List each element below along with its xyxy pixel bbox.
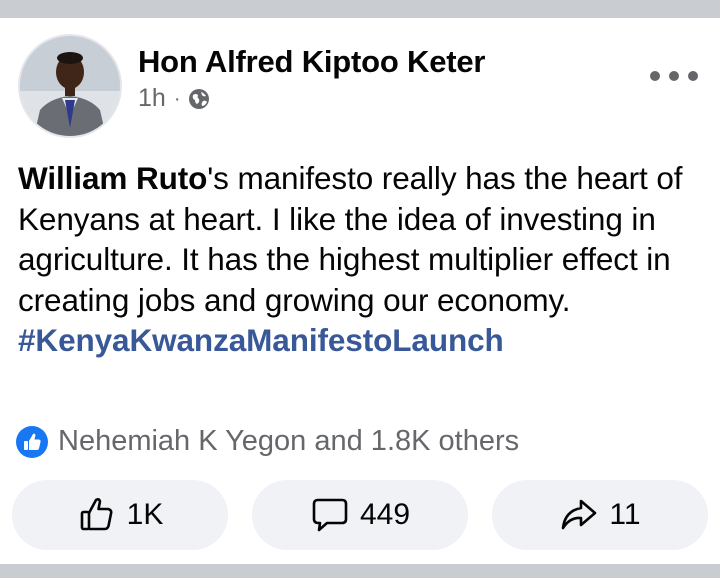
hashtag-link[interactable]: #KenyaKwanzaManifestoLaunch bbox=[18, 320, 708, 361]
like-count: 1K bbox=[126, 498, 164, 531]
reaction-summary-text: Nehemiah K Yegon and 1.8K others bbox=[58, 425, 520, 457]
thumbs-up-icon bbox=[77, 495, 117, 535]
like-badge-icon bbox=[16, 425, 48, 458]
share-icon bbox=[559, 495, 599, 535]
more-dot-icon bbox=[688, 71, 698, 81]
avatar-photo bbox=[20, 36, 120, 136]
more-dot-icon bbox=[650, 71, 660, 81]
meta-separator: · bbox=[173, 87, 181, 110]
action-bar: 1K 449 11 bbox=[12, 480, 708, 550]
more-dot-icon bbox=[669, 71, 679, 81]
feed-divider-bottom bbox=[0, 564, 720, 578]
author-name[interactable]: Hon Alfred Kiptoo Keter bbox=[138, 44, 486, 80]
share-count: 11 bbox=[609, 498, 641, 531]
more-options-button[interactable] bbox=[650, 64, 698, 88]
avatar[interactable] bbox=[18, 34, 122, 138]
post-text: William Ruto's manifesto really has the … bbox=[18, 158, 708, 361]
globe-icon bbox=[188, 88, 210, 110]
reaction-summary[interactable]: Nehemiah K Yegon and 1.8K others bbox=[16, 425, 519, 458]
feed-divider-top bbox=[0, 0, 720, 18]
post-header: Hon Alfred Kiptoo Keter 1h · bbox=[18, 34, 702, 138]
comment-button[interactable]: 449 bbox=[252, 480, 468, 550]
comment-count: 449 bbox=[359, 498, 411, 531]
mention-link[interactable]: William Ruto bbox=[18, 160, 207, 196]
comment-icon bbox=[310, 495, 350, 535]
like-button[interactable]: 1K bbox=[12, 480, 228, 550]
share-button[interactable]: 11 bbox=[492, 480, 708, 550]
post-meta: 1h · bbox=[138, 84, 210, 113]
post-timestamp[interactable]: 1h bbox=[138, 84, 166, 113]
